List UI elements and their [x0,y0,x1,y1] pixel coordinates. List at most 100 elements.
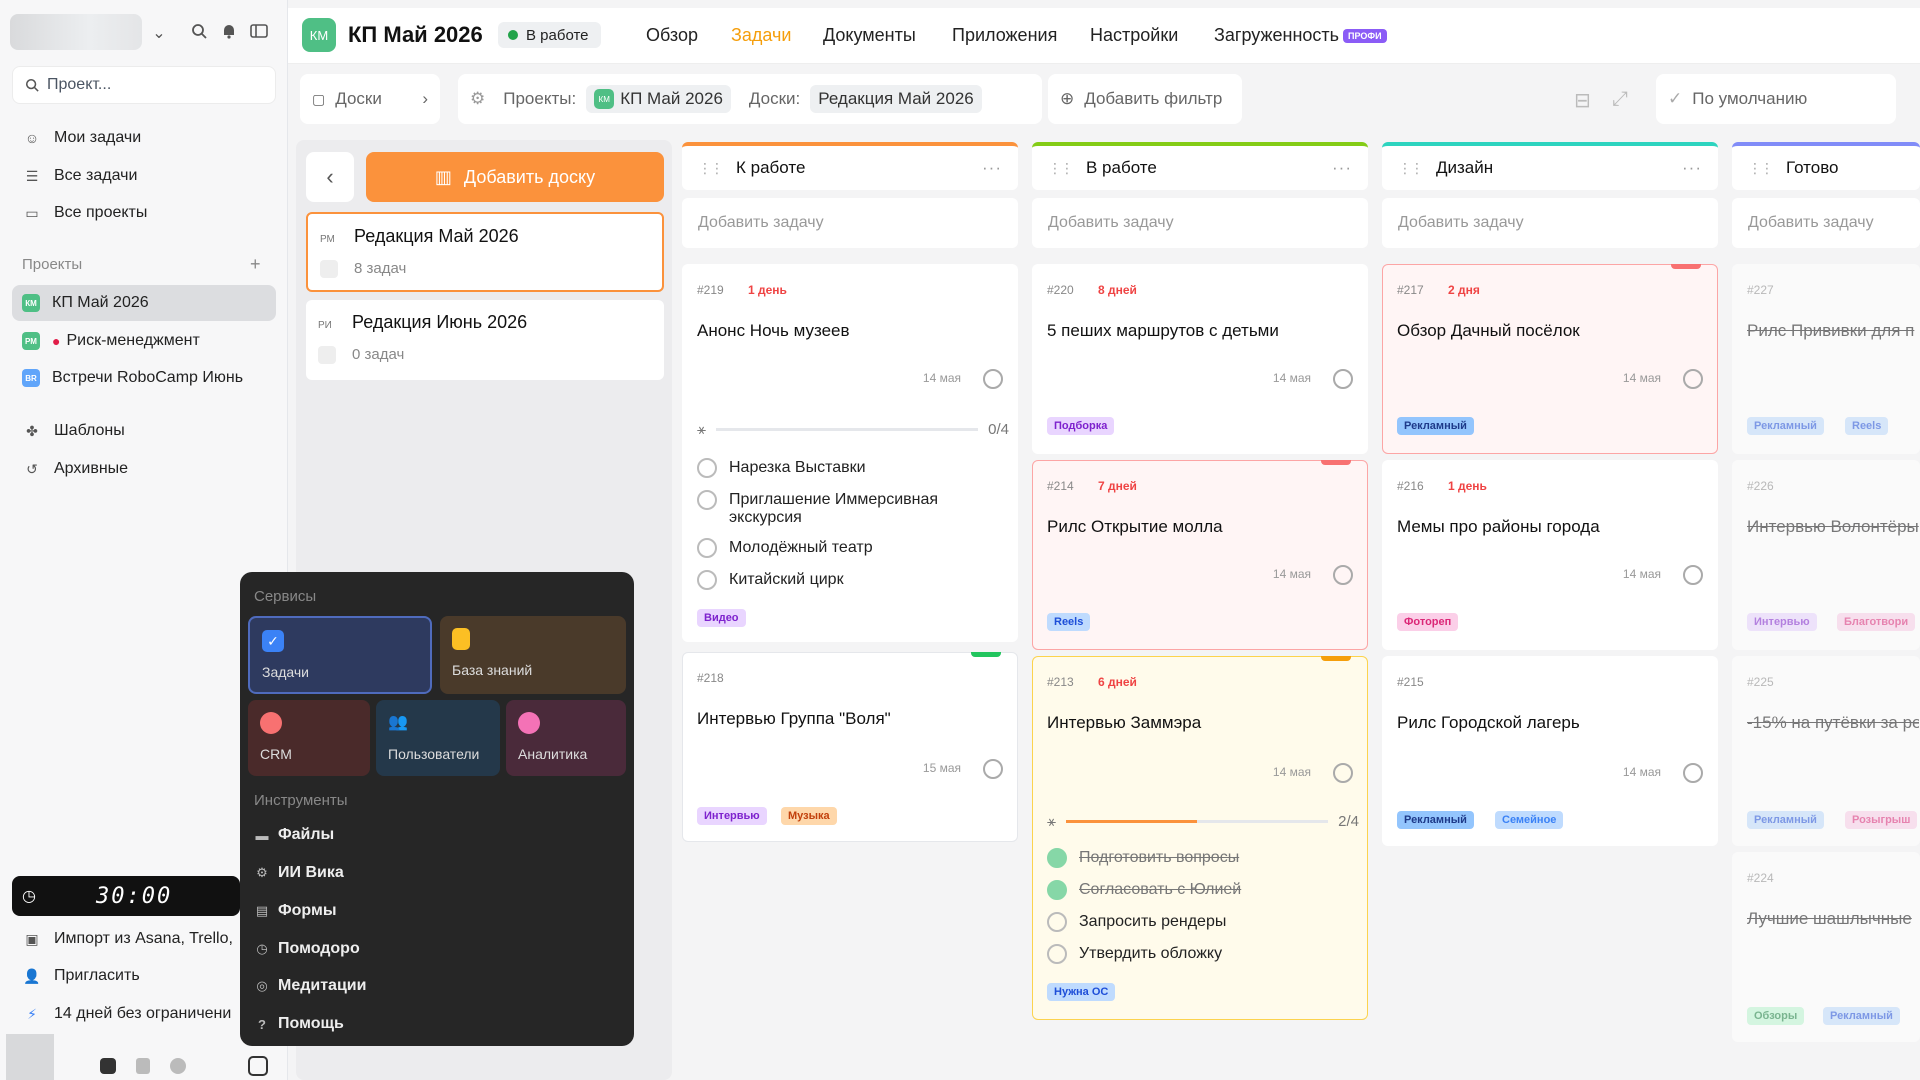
project-filter-chip[interactable]: КМ КП Май 2026 [586,85,731,113]
more-icon[interactable]: ··· [1682,158,1702,178]
complete-checkbox[interactable] [1333,565,1353,585]
service-tile-users[interactable]: 👥 Пользователи [376,700,500,776]
sidebar-toggle-icon[interactable] [248,20,270,42]
task-card[interactable]: #215 Рилс Городской лагерь 14 мая Реклам… [1382,656,1718,846]
tag-badge[interactable]: Интервью [697,807,767,825]
tab-settings[interactable]: Настройки [1090,25,1178,46]
tag-badge[interactable]: Reels [1047,613,1091,631]
subtask-checkbox[interactable] [697,458,717,478]
tool-pomodoro[interactable]: ◷ Помодоро [254,940,359,958]
add-task-input[interactable]: Добавить задачу [1732,198,1920,248]
tag-badge[interactable]: Обзоры [1747,1007,1805,1025]
nav-templates[interactable]: ✤ Шаблоны [12,413,276,449]
tag-badge[interactable]: Интервью [1747,613,1817,631]
tab-tasks[interactable]: Задачи [731,25,791,46]
save-view-icon[interactable]: ⊟ [1574,88,1591,113]
nav-all-tasks[interactable]: ☰ Все задачи [12,158,276,194]
drag-handle-icon[interactable]: ⋮⋮ [1398,160,1424,177]
tag-badge[interactable]: Семейное [1495,811,1564,829]
tag-badge[interactable]: Музыка [781,807,837,825]
subtask-checkbox[interactable] [1047,880,1067,900]
nav-archive[interactable]: ↺ Архивные [12,451,276,487]
tab-apps[interactable]: Приложения [952,25,1057,46]
service-tile-knowledge[interactable]: База знаний [440,616,626,694]
boards-toggle[interactable]: ▢ Доски › [300,74,440,124]
add-task-input[interactable]: Добавить задачу [682,198,1018,248]
board-item[interactable]: РМ Редакция Май 2026 8 задач [306,212,664,292]
subtask-checkbox[interactable] [1047,848,1067,868]
task-card[interactable]: #213 6 дней Интервью Заммэра 14 мая ⚹ 2/… [1032,656,1368,1020]
column-header-done[interactable]: ⋮⋮ Готово [1732,142,1920,190]
status-badge[interactable]: В работе [498,22,601,48]
more-icon[interactable]: ··· [982,158,1002,178]
column-header-design[interactable]: ⋮⋮ Дизайн ··· [1382,142,1718,190]
column-header-in-progress[interactable]: ⋮⋮ В работе ··· [1032,142,1368,190]
tag-badge[interactable]: Рекламный [1397,417,1474,435]
filter-settings-icon[interactable]: ⚙ [470,89,485,109]
complete-checkbox[interactable] [983,369,1003,389]
tag-badge[interactable]: Подборка [1047,417,1115,435]
tag-badge[interactable]: Нужна ОС [1047,983,1116,1001]
tag-badge[interactable]: Рекламный [1747,811,1824,829]
add-project-icon[interactable]: + [250,254,261,275]
search-icon[interactable] [188,20,210,42]
sidebar-project-kp-may[interactable]: КМ Риск-менеджмент КП Май 2026 [12,285,276,321]
tool-meditation[interactable]: ◎ Медитации [254,977,366,995]
service-tile-analytics[interactable]: Аналитика [506,700,626,776]
nav-my-tasks[interactable]: ☺ Мои задачи [12,120,276,156]
task-card[interactable]: #224 Лучшие шашлычные Обзоры Рекламный [1732,852,1920,1042]
tag-badge[interactable]: Рекламный [1397,811,1474,829]
subtask-item[interactable]: Подготовить вопросы [1047,848,1347,868]
view-selector[interactable]: ✓ По умолчанию [1656,74,1896,124]
tag-badge[interactable]: Фотореп [1397,613,1459,631]
drag-handle-icon[interactable]: ⋮⋮ [698,160,724,177]
workspace-switcher[interactable] [10,14,142,50]
chevron-down-icon[interactable]: ⌄ [148,22,170,44]
task-card[interactable]: #218 Интервью Группа "Воля" 15 мая Интер… [682,652,1018,842]
sidebar-project-risk[interactable]: РМ ● Риск-менеджмент [12,323,276,359]
pomodoro-timer[interactable]: ◷ 30:00 [12,876,240,916]
subtask-item[interactable]: Согласовать с Юлией [1047,880,1347,900]
tool-forms[interactable]: ▤ Формы [254,902,337,920]
column-header-todo[interactable]: ⋮⋮ К работе ··· [682,142,1018,190]
avatar[interactable] [6,1034,54,1080]
apps-grid-icon[interactable] [248,1056,268,1076]
subtask-checkbox[interactable] [697,490,717,510]
invite-link[interactable]: 👤 Пригласить [12,958,276,994]
subtask-item[interactable]: Молодёжный театр [697,538,997,558]
tag-badge[interactable]: Рекламный [1747,417,1824,435]
subtask-checkbox[interactable] [697,538,717,558]
complete-checkbox[interactable] [1683,369,1703,389]
service-tile-tasks[interactable]: ✓ Задачи [248,616,432,694]
task-card[interactable]: #217 2 дня Обзор Дачный посёлок 14 мая Р… [1382,264,1718,454]
nav-all-projects[interactable]: ▭ Все проекты [12,195,276,231]
tasks-mini-icon[interactable] [100,1058,116,1074]
task-card[interactable]: #227 Рилс Прививки для п Рекламный Reels [1732,264,1920,454]
tag-badge[interactable]: Reels [1845,417,1889,435]
subtask-item[interactable]: Утвердить обложку [1047,944,1347,964]
add-task-input[interactable]: Добавить задачу [1382,198,1718,248]
task-card[interactable]: #216 1 день Мемы про районы города 14 ма… [1382,460,1718,650]
tool-help[interactable]: ? Помощь [254,1015,344,1033]
tab-workload[interactable]: Загруженность ПРОФИ [1214,25,1387,46]
tool-ai[interactable]: ⚙ ИИ Вика [254,864,344,882]
task-card[interactable]: #214 7 дней Рилс Открытие молла 14 мая R… [1032,460,1368,650]
more-icon[interactable]: ··· [1332,158,1352,178]
subtask-item[interactable]: Запросить рендеры [1047,912,1347,932]
tag-badge[interactable]: Рекламный [1823,1007,1900,1025]
add-board-button[interactable]: ▥ Добавить доску [366,152,664,202]
complete-checkbox[interactable] [1683,565,1703,585]
subtask-checkbox[interactable] [1047,944,1067,964]
drag-handle-icon[interactable]: ⋮⋮ [1748,160,1774,177]
import-link[interactable]: ▣ Импорт из Asana, Trello, [12,921,276,957]
project-search-input[interactable]: Проект... [12,66,276,104]
subtask-item[interactable]: Приглашение Иммерсивная экскурсия [697,490,997,527]
board-filter-chip[interactable]: Редакция Май 2026 [810,85,982,113]
note-mini-icon[interactable] [136,1058,150,1074]
chart-mini-icon[interactable] [170,1058,186,1074]
tag-badge[interactable]: Розыгрыш [1845,811,1918,829]
complete-checkbox[interactable] [983,759,1003,779]
complete-checkbox[interactable] [1333,763,1353,783]
subtask-checkbox[interactable] [1047,912,1067,932]
tag-badge[interactable]: Благотвори [1837,613,1916,631]
